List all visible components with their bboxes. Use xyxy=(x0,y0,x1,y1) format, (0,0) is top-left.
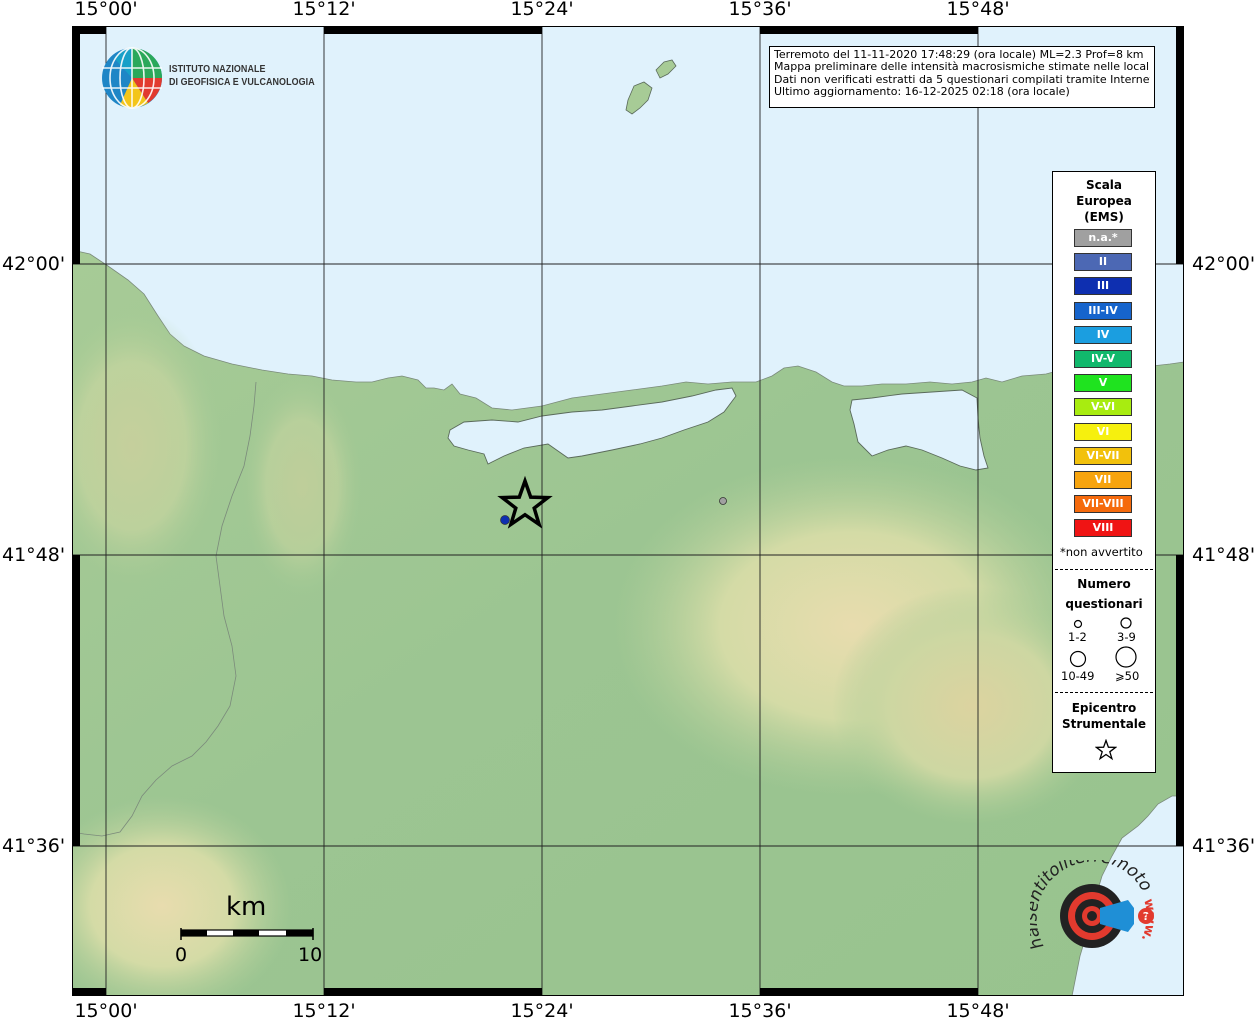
lon-label: 15°48' xyxy=(946,0,1010,20)
scale-bar-min: 0 xyxy=(175,944,188,966)
lon-label: 15°00' xyxy=(74,0,138,20)
legend-not-felt-note: *non avvertito xyxy=(1060,545,1143,559)
count-circle-small xyxy=(1073,619,1083,629)
scale-bar-unit: km xyxy=(226,892,267,922)
event-info-box: Terremoto del 11-11-2020 17:48:29 (ora l… xyxy=(769,46,1155,108)
ems-swatch-iii: III xyxy=(1074,277,1132,296)
lat-label: 41°36' xyxy=(2,835,66,857)
legend-epicenter-line1: Epicentro xyxy=(1071,701,1137,715)
ems-swatch-vii-viii: VII-VIII xyxy=(1074,495,1132,514)
ems-swatch-ii: II xyxy=(1074,253,1132,272)
count-label: 10-49 xyxy=(1061,669,1095,683)
count-circle-large xyxy=(1069,650,1087,668)
lon-label: 15°24' xyxy=(510,1000,574,1022)
ems-swatch-iii-iv: III-IV xyxy=(1074,301,1132,320)
lon-label: 15°36' xyxy=(728,0,792,20)
lon-label: 15°24' xyxy=(510,0,574,20)
ems-swatch-n-a: n.a.* xyxy=(1074,229,1132,247)
event-info-line1: Terremoto del 11-11-2020 17:48:29 (ora l… xyxy=(774,49,1144,61)
ems-swatch-iv-v: IV-V xyxy=(1074,350,1132,368)
ems-swatch-v-vi: V-VI xyxy=(1074,398,1132,417)
star-icon xyxy=(1095,739,1117,761)
ingv-globe-icon xyxy=(102,47,162,109)
event-info-line2: Mappa preliminare delle intensità macros… xyxy=(774,61,1150,74)
event-info-line3: Dati non verificati estratti da 5 questi… xyxy=(774,73,1150,86)
event-info-line4: Ultimo aggiornamento: 16-12-2025 02:18 (… xyxy=(774,86,1070,99)
ems-swatch-vii: VII xyxy=(1074,471,1132,489)
lat-label: 41°48' xyxy=(2,544,66,566)
ingv-logo-line1: ISTITUTO NAZIONALE xyxy=(169,63,266,75)
legend-panel: Scala Europea (EMS) n.a.* II III III-IV IV IV… xyxy=(1052,171,1156,773)
count-label: 1-2 xyxy=(1068,630,1087,644)
ems-swatch-viii: VIII xyxy=(1074,519,1132,538)
legend-epicenter-line2: Strumentale xyxy=(1061,717,1147,731)
ems-swatch-vi: VI xyxy=(1074,422,1132,441)
count-circle-xlarge xyxy=(1115,646,1137,668)
lat-label: 41°36' xyxy=(1192,835,1256,857)
scale-bar-max: 10 xyxy=(298,944,323,966)
lon-label: 15°12' xyxy=(292,0,356,20)
report-marker-na[interactable] xyxy=(719,497,727,505)
relief-hill xyxy=(242,376,362,596)
lon-label: 15°48' xyxy=(946,1000,1010,1022)
lat-label: 42°00' xyxy=(2,253,66,275)
count-circle-medium xyxy=(1120,617,1132,629)
legend-divider xyxy=(1055,569,1153,570)
ems-swatch-vi-vii: VI-VII xyxy=(1074,446,1132,465)
lon-label: 15°12' xyxy=(292,1000,356,1022)
map-frame xyxy=(72,26,1184,996)
legend-title-line3: (EMS) xyxy=(1084,210,1124,224)
count-label: ⩾50 xyxy=(1115,669,1140,683)
scale-bar: km 0 10 xyxy=(175,892,322,966)
report-marker-iii[interactable] xyxy=(500,515,510,525)
ems-swatch-v: V xyxy=(1074,374,1132,393)
scale-bar-graphic xyxy=(180,928,314,940)
lat-label: 41°48' xyxy=(1192,544,1256,566)
target-icon: ? haisentitoilterremoto.it www. xyxy=(1021,845,1157,952)
legend-title-line2: Europea xyxy=(1076,194,1132,208)
lat-label: 42°00' xyxy=(1192,253,1256,275)
count-label: 3-9 xyxy=(1117,630,1136,644)
ingv-logo-text: ISTITUTO NAZIONALE DI GEOFISICA E VULCAN… xyxy=(169,63,315,89)
haisentito-logo[interactable]: ? haisentitoilterremoto.it www. xyxy=(1021,845,1162,972)
lon-label: 15°36' xyxy=(728,1000,792,1022)
map-canvas[interactable] xyxy=(72,26,1184,996)
ingv-logo-line2: DI GEOFISICA E VULCANOLOGIA xyxy=(169,76,315,88)
legend-count-title-line2: questionari xyxy=(1065,597,1143,611)
ems-swatch-iv: IV xyxy=(1074,325,1132,344)
legend-title-line1: Scala xyxy=(1085,178,1123,192)
legend-divider xyxy=(1055,692,1153,693)
legend-count-title-line1: Numero xyxy=(1077,577,1131,591)
lon-label: 15°00' xyxy=(74,1000,138,1022)
